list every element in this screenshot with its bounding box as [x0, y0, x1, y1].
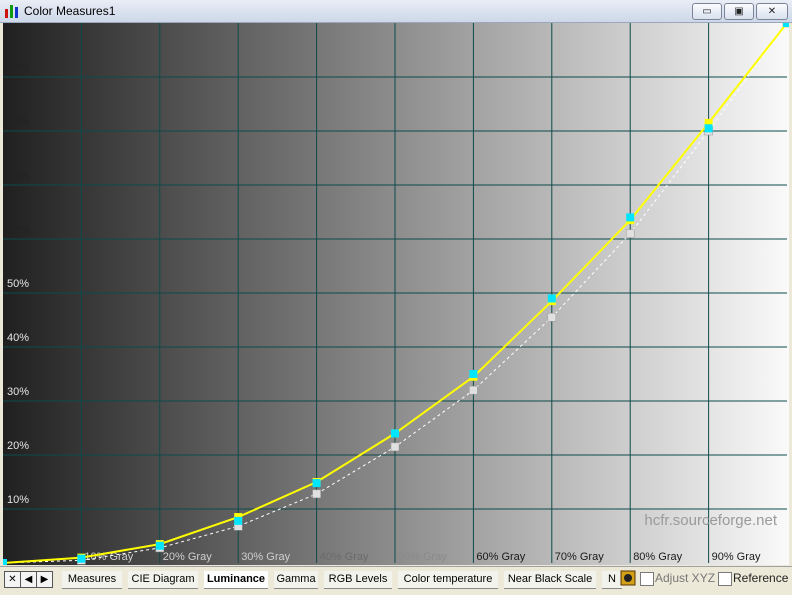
reference-series-point	[390, 442, 400, 452]
measured-series-point	[704, 124, 713, 133]
tab-bar: ✕ ◀ ▶ Measures CIE Diagram Luminance Gam…	[0, 566, 792, 595]
measured-series-point	[77, 554, 86, 563]
tab-truncated[interactable]: N	[602, 571, 622, 589]
tab-cie-diagram[interactable]: CIE Diagram	[128, 571, 198, 589]
prev-tab-button[interactable]: ◀	[20, 571, 37, 588]
x-category-label: 40% Gray	[320, 551, 369, 563]
y-tick-label: 30%	[7, 386, 29, 398]
y-tick-label: 40%	[7, 332, 29, 344]
reference-series-point	[547, 313, 557, 322]
measured-series-point	[234, 516, 243, 525]
close-window-button[interactable]: ✕	[756, 3, 788, 20]
measured-series-point	[391, 429, 399, 438]
x-category-label: 30% Gray	[241, 551, 290, 563]
measured-series-point	[3, 559, 7, 565]
chart-background	[3, 23, 789, 565]
window-title: Color Measures1	[24, 4, 116, 18]
x-category-label: 60% Gray	[476, 551, 525, 563]
app-chart-icon	[5, 5, 18, 18]
measured-series-point	[783, 23, 789, 27]
y-tick-label: 10%	[7, 494, 29, 506]
reference-series-point	[469, 385, 478, 395]
reference-label: Reference	[733, 571, 789, 585]
x-category-label: 70% Gray	[555, 551, 604, 563]
measured-series-point	[469, 370, 478, 378]
measured-series-point	[547, 294, 556, 303]
y-tick-label: 90%	[7, 62, 29, 74]
luminance-chart: 10%20%30%40%50%60%70%80%90%10% Gray 20% G…	[3, 23, 789, 565]
measured-series-point	[312, 479, 321, 488]
adjust-xyz-label: Adjust XYZ	[655, 571, 716, 585]
restore-button[interactable]: ▣	[724, 3, 754, 20]
y-tick-label: 70%	[7, 170, 29, 182]
tab-color-temperature[interactable]: Color temperature	[398, 571, 498, 589]
measure-icon[interactable]	[620, 570, 636, 586]
tab-near-black-scale[interactable]: Near Black Scale	[504, 571, 596, 589]
x-category-label: 80% Gray	[633, 551, 682, 563]
measured-series-point	[155, 541, 164, 550]
next-tab-button[interactable]: ▶	[36, 571, 53, 588]
x-category-label: 50% Gray	[398, 551, 447, 563]
y-tick-label: 60%	[7, 224, 29, 236]
watermark-text: hcfr.sourceforge.net	[644, 512, 777, 529]
measured-series-point	[626, 213, 635, 222]
y-tick-label: 80%	[7, 116, 29, 128]
tab-measures[interactable]: Measures	[62, 571, 122, 589]
y-tick-label: 50%	[7, 278, 29, 290]
close-tab-button[interactable]: ✕	[4, 571, 21, 588]
minimize-button[interactable]: ▭	[692, 3, 722, 20]
reference-series-point	[312, 489, 321, 499]
tab-luminance[interactable]: Luminance	[204, 571, 268, 589]
reference-series-point	[625, 229, 635, 238]
window-titlebar: Color Measures1 ▭ ▣ ✕	[0, 0, 792, 23]
tab-gamma[interactable]: Gamma	[274, 571, 318, 589]
tab-rgb-levels[interactable]: RGB Levels	[324, 571, 392, 589]
reference-checkbox[interactable]	[718, 572, 732, 586]
x-category-label: 20% Gray	[163, 551, 212, 563]
adjust-xyz-checkbox[interactable]	[640, 572, 654, 586]
y-tick-label: 20%	[7, 440, 29, 452]
x-category-label: 90% Gray	[712, 551, 761, 563]
